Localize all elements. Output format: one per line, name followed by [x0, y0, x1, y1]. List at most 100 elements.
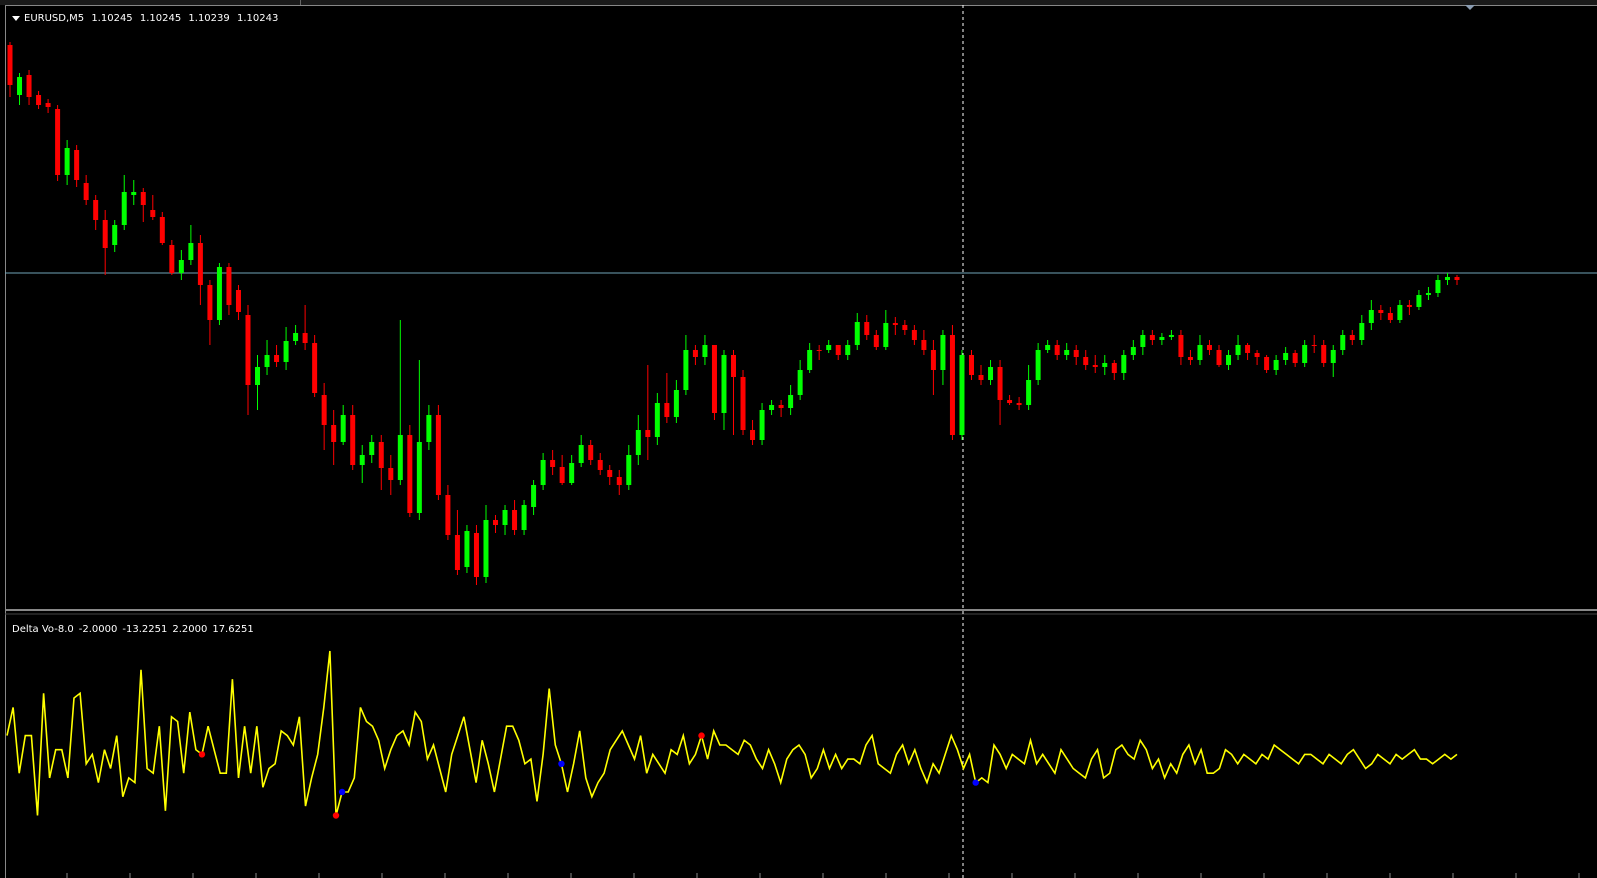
candle-body [121, 192, 127, 225]
symbol-header: EURUSD,M5 1.10245 1.10245 1.10239 1.1024… [12, 13, 282, 24]
candle-body [1226, 355, 1232, 365]
low-price: 1.10239 [188, 13, 230, 24]
candle-body [740, 377, 746, 430]
candle-body [873, 335, 879, 347]
candle-body [1064, 350, 1070, 355]
indicator-value-4: 17.6251 [212, 624, 254, 635]
candle-body [216, 267, 222, 320]
candle-body [1216, 350, 1222, 365]
collapse-triangle-icon[interactable] [12, 15, 20, 21]
candle-body [692, 350, 698, 357]
candle-body [559, 467, 565, 483]
candle-body [892, 323, 898, 325]
candle-body [64, 148, 70, 175]
candle-body [816, 350, 822, 351]
candle-body [7, 45, 13, 85]
candle-body [988, 367, 994, 380]
candle-body [350, 415, 356, 465]
candle-body [673, 390, 679, 417]
candle-body [750, 430, 756, 440]
candle-body [83, 183, 89, 200]
candle-body [235, 290, 241, 312]
candle-body [1340, 335, 1346, 350]
candle-body [483, 520, 489, 577]
candle-body [1330, 350, 1336, 363]
chart-window: EURUSD,M5 1.10245 1.10245 1.10239 1.1024… [5, 5, 1597, 878]
candle-body [1092, 365, 1098, 367]
indicator-value-2: -13.2251 [122, 624, 168, 635]
candle-body [1264, 357, 1270, 370]
trough-dot [972, 779, 979, 786]
candle-body [778, 405, 784, 408]
candle-body [1073, 350, 1079, 357]
candle-body [397, 435, 403, 480]
candle-body [245, 315, 251, 385]
candle-body [721, 355, 727, 413]
candle-body [569, 463, 575, 483]
candle-body [464, 531, 470, 567]
candle-body [426, 415, 432, 442]
candle-body [1016, 403, 1022, 405]
candle-body [1254, 353, 1260, 357]
candle-body [36, 95, 42, 105]
candle-body [1159, 337, 1165, 340]
candle-body [797, 370, 803, 395]
candle-body [731, 355, 736, 377]
chart-canvas[interactable] [5, 5, 1597, 878]
candle-body [1083, 357, 1089, 365]
candle-body [578, 445, 584, 463]
candle-body [1178, 335, 1184, 357]
candle-body [759, 410, 765, 440]
candle-body [435, 415, 441, 495]
symbol-name: EURUSD,M5 [24, 13, 85, 24]
candle-body [1302, 345, 1308, 363]
candle-body [702, 345, 708, 357]
candle-body [331, 425, 337, 442]
peak-dot [332, 812, 340, 819]
candle-body [968, 355, 974, 375]
high-price: 1.10245 [139, 13, 182, 24]
candle-body [178, 260, 184, 273]
candle-body [531, 485, 537, 507]
candle-body [645, 430, 651, 437]
candle-body [197, 243, 203, 285]
candle-body [1283, 353, 1289, 360]
candle-body [274, 355, 280, 362]
candle-body [654, 403, 660, 437]
candle-body [588, 445, 594, 460]
candle-body [226, 267, 232, 305]
candle-body [1397, 305, 1403, 320]
candle-body [445, 495, 451, 535]
candle-body [1054, 345, 1060, 355]
candle-body [1197, 345, 1203, 360]
candle-body [45, 103, 51, 107]
candle-body [512, 510, 518, 530]
candle-body [807, 350, 813, 370]
candle-body [521, 505, 527, 530]
candle-body [854, 322, 860, 345]
candle-body [1007, 400, 1013, 403]
peak-dot [198, 751, 206, 758]
candle-body [1378, 310, 1384, 313]
candle-body [1206, 345, 1212, 350]
candle-body [93, 200, 99, 220]
candle-body [1235, 345, 1241, 355]
candle-body [454, 535, 460, 570]
candle-body [607, 470, 613, 477]
candle-body [997, 367, 1003, 400]
peak-dot [698, 732, 705, 739]
candle-body [835, 345, 841, 355]
indicator-name: Delta Vo-8.0 [12, 624, 74, 635]
candle-body [264, 355, 270, 367]
candle-body [55, 109, 61, 175]
candle-body [1435, 280, 1441, 293]
trough-dot [338, 788, 346, 796]
candle-body [388, 468, 394, 480]
candle-body [1311, 345, 1317, 346]
candle-body [407, 435, 413, 513]
candle-body [845, 345, 851, 355]
trough-dot [558, 760, 565, 767]
candle-body [930, 350, 936, 370]
indicator-value-1: -2.0000 [78, 624, 118, 635]
candle-body [769, 405, 775, 410]
